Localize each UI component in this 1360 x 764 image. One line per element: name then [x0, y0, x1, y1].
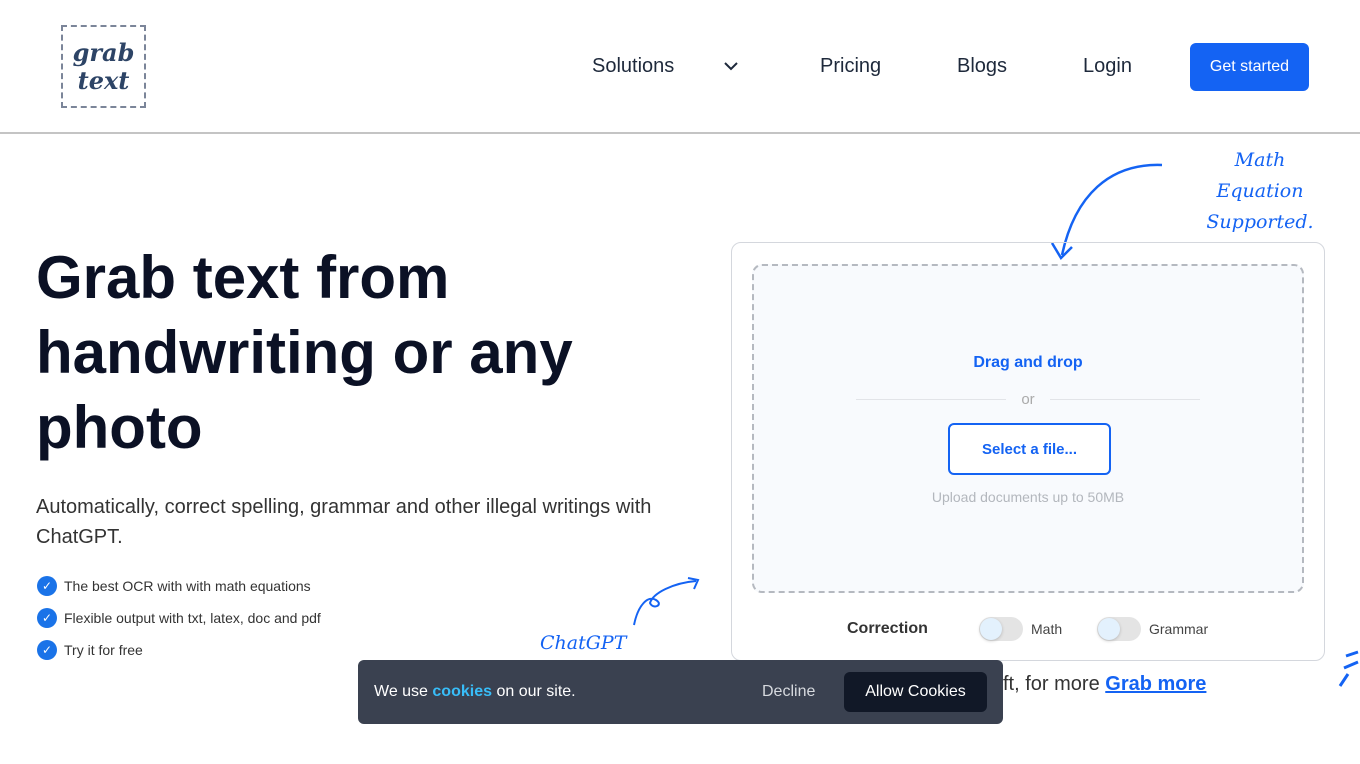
feature-text: Try it for free — [64, 642, 143, 658]
decoration-icon — [1338, 650, 1359, 687]
math-label: Math — [1031, 621, 1063, 637]
grammar-label: Grammar — [1149, 621, 1209, 637]
feature-text: Flexible output with txt, latex, doc and… — [64, 610, 321, 626]
correction-label: Correction — [847, 620, 928, 637]
annotation-text: Math Equation — [1216, 149, 1304, 202]
select-file-button[interactable]: Select a file... — [948, 423, 1111, 475]
arrow-icon — [633, 577, 700, 626]
logo[interactable]: grab text — [61, 25, 146, 108]
drag-drop-label: Drag and drop — [973, 354, 1083, 371]
math-toggle[interactable] — [979, 617, 1023, 641]
chatgpt-annotation: ChatGPT — [540, 632, 627, 654]
decline-button[interactable]: Decline — [762, 683, 815, 701]
nav-pricing[interactable]: Pricing — [820, 55, 881, 78]
cookie-banner: We use cookies on our site. Decline Allo… — [358, 660, 1003, 724]
subtitle: Automatically, correct spelling, grammar… — [36, 496, 652, 548]
check-icon: ✓ — [37, 576, 57, 596]
feature-item: ✓ Try it for free — [37, 640, 143, 660]
check-icon: ✓ — [37, 608, 57, 628]
nav-solutions[interactable]: Solutions — [592, 55, 674, 78]
get-started-button[interactable]: Get started — [1190, 43, 1309, 91]
math-annotation: Math Equation Supported. — [1190, 145, 1330, 238]
cookie-message: We use cookies on our site. — [374, 683, 576, 701]
more-text: ft, for more Grab more — [1003, 673, 1206, 696]
feature-item: ✓ Flexible output with txt, latex, doc an… — [37, 608, 321, 628]
more-text-label: ft, for more — [1003, 673, 1100, 695]
cookies-link[interactable]: cookies — [432, 683, 492, 700]
header: grab text Solutions Pricing Blogs Login G… — [0, 0, 1360, 134]
logo-text: text — [77, 65, 130, 95]
cookie-text: We use — [374, 683, 428, 700]
allow-cookies-button[interactable]: Allow Cookies — [844, 672, 987, 712]
feature-item: ✓ The best OCR with with math equations — [37, 576, 311, 596]
drop-zone[interactable]: Drag and drop or Select a file... Upload… — [752, 264, 1304, 593]
grab-more-link[interactable]: Grab more — [1105, 673, 1206, 695]
nav-login[interactable]: Login — [1083, 55, 1132, 78]
cookie-text: on our site. — [496, 683, 576, 700]
annotation-text: Supported. — [1206, 211, 1314, 233]
logo-text: grab — [72, 37, 135, 67]
feature-text: The best OCR with with math equations — [64, 578, 311, 594]
page-title: Grab text from handwriting or any photo — [36, 244, 573, 461]
grammar-toggle[interactable] — [1097, 617, 1141, 641]
nav-blogs[interactable]: Blogs — [957, 55, 1007, 78]
chevron-down-icon[interactable] — [722, 57, 740, 75]
check-icon: ✓ — [37, 640, 57, 660]
upload-limit: Upload documents up to 50MB — [931, 489, 1125, 505]
or-label: or — [1021, 391, 1035, 408]
